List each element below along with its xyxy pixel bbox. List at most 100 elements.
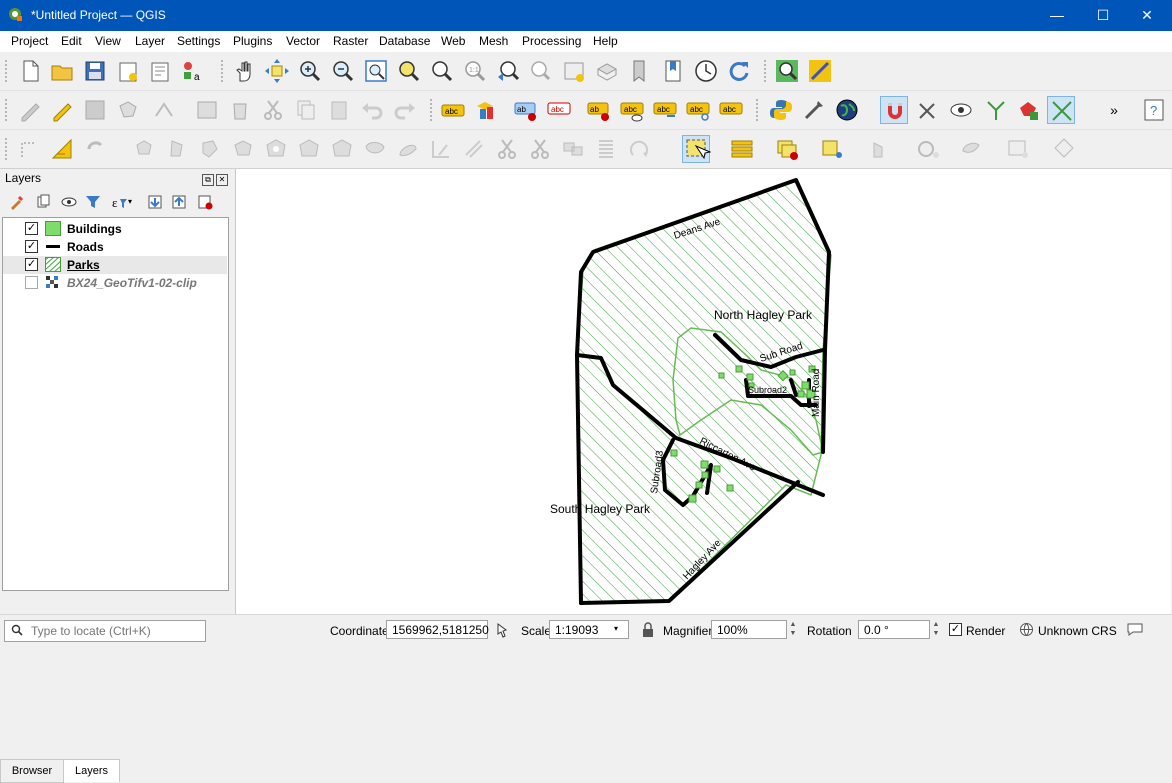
vertex-tool-icon[interactable] — [150, 96, 178, 124]
menu-edit[interactable]: Edit — [61, 34, 82, 48]
select-by-location-icon[interactable] — [818, 135, 846, 163]
rotation-spin-icon[interactable]: ▲ ▼ — [930, 620, 942, 639]
menu-plugins[interactable]: Plugins — [233, 34, 272, 48]
add-feature-icon[interactable] — [114, 96, 142, 124]
add-part-icon[interactable] — [295, 135, 323, 163]
building[interactable] — [701, 471, 709, 479]
new-3d-map-view-icon[interactable] — [593, 57, 621, 85]
filter-legend-icon[interactable] — [84, 193, 102, 211]
tracing-icon[interactable] — [1047, 96, 1075, 124]
layer-row-raster[interactable]: BX24_GeoTifv1-02-clip — [3, 274, 227, 292]
change-label-icon[interactable]: abc — [717, 96, 745, 124]
toolbar-grip[interactable] — [756, 99, 762, 121]
building[interactable] — [700, 460, 709, 469]
menu-processing[interactable]: Processing — [522, 34, 581, 48]
zoom-out-icon[interactable] — [329, 57, 357, 85]
rotate-feature-icon[interactable] — [163, 135, 191, 163]
globe-icon[interactable] — [833, 96, 861, 124]
new-spatial-bookmark-icon[interactable] — [626, 57, 654, 85]
messages-icon[interactable] — [1126, 621, 1144, 637]
menu-settings[interactable]: Settings — [177, 34, 220, 48]
advanced-digitizing-panel-icon[interactable] — [48, 135, 76, 163]
measure-line-icon[interactable] — [914, 135, 942, 163]
add-group-icon[interactable] — [34, 193, 52, 211]
building[interactable] — [670, 449, 678, 457]
save-layer-edits-icon[interactable] — [81, 96, 109, 124]
fill-ring-icon[interactable] — [328, 135, 356, 163]
layout-manager-icon[interactable] — [146, 57, 174, 85]
mouse-coordinate-toggle-icon[interactable] — [494, 622, 510, 638]
paste-features-icon[interactable] — [325, 96, 353, 124]
building[interactable] — [713, 465, 721, 473]
show-hide-labels-icon[interactable]: abc — [618, 96, 646, 124]
tab-layers[interactable]: Layers — [63, 759, 120, 782]
move-feature-icon[interactable] — [130, 135, 158, 163]
float-panel-icon[interactable]: ⧉ — [202, 174, 214, 186]
self-snapping-icon[interactable] — [1014, 96, 1042, 124]
tab-browser[interactable]: Browser — [0, 759, 64, 783]
layer-visibility-checkbox[interactable]: ✓ — [25, 240, 38, 253]
menu-web[interactable]: Web — [441, 34, 465, 48]
label-toolbar-abc-icon[interactable]: abc — [439, 96, 467, 124]
render-checkbox[interactable]: ✓ — [949, 623, 962, 636]
merge-features-icon[interactable] — [559, 135, 587, 163]
collapse-all-icon[interactable] — [170, 193, 188, 211]
crs-label[interactable]: Unknown CRS — [1038, 624, 1117, 638]
identify-tool-icon[interactable] — [868, 135, 896, 163]
expand-all-icon[interactable] — [146, 193, 164, 211]
pan-to-selection-icon[interactable] — [263, 57, 291, 85]
building[interactable] — [801, 381, 810, 390]
building[interactable] — [726, 484, 734, 492]
current-edits-icon[interactable] — [16, 96, 44, 124]
menu-layer[interactable]: Layer — [135, 34, 165, 48]
building[interactable] — [789, 369, 796, 376]
snapping-toggle-icon[interactable] — [880, 96, 908, 124]
toolbar-grip[interactable] — [764, 60, 770, 82]
map-svg[interactable]: Deans Ave North Hagley Park Sub Road Sub… — [236, 169, 1171, 614]
layer-row-roads[interactable]: ✓ Roads — [3, 238, 227, 256]
add-circular-string-icon[interactable] — [84, 135, 112, 163]
layer-diagram-icon[interactable] — [472, 96, 500, 124]
processing-toolbox-icon[interactable] — [800, 96, 828, 124]
menu-project[interactable]: Project — [11, 34, 48, 48]
scale-dropdown-icon[interactable]: ▾ — [614, 624, 618, 633]
building[interactable] — [718, 372, 725, 379]
layer-visibility-checkbox[interactable]: ✓ — [25, 258, 38, 271]
new-annotation-icon[interactable] — [1004, 135, 1032, 163]
show-bookmarks-icon[interactable] — [659, 57, 687, 85]
zoom-full-icon[interactable] — [362, 57, 390, 85]
toggle-editing-icon[interactable] — [48, 96, 76, 124]
layer-styling-icon[interactable] — [8, 193, 26, 211]
toolbar-grip[interactable] — [5, 138, 11, 160]
cut-features-icon[interactable] — [259, 96, 287, 124]
filter-dropdown-icon[interactable]: ▾ — [128, 193, 146, 211]
coordinate-field[interactable]: 1569962,5181250 — [386, 620, 489, 639]
locator-bar[interactable] — [4, 620, 206, 642]
style-manager-icon[interactable]: a — [178, 57, 206, 85]
layer-visibility-checkbox[interactable]: ✓ — [25, 222, 38, 235]
menu-vector[interactable]: Vector — [286, 34, 320, 48]
modify-attributes-icon[interactable] — [193, 96, 221, 124]
highlight-labels-icon[interactable]: abc — [545, 96, 573, 124]
add-ring-icon[interactable] — [262, 135, 290, 163]
building[interactable] — [797, 390, 805, 398]
zoom-next-icon[interactable] — [527, 57, 555, 85]
menu-raster[interactable]: Raster — [333, 34, 368, 48]
pin-unpin-labels-icon[interactable]: ab — [585, 96, 613, 124]
copy-features-icon[interactable] — [292, 96, 320, 124]
new-print-layout-icon[interactable] — [114, 57, 142, 85]
scale-feature-icon[interactable] — [196, 135, 224, 163]
zoom-native-icon[interactable]: 1:1 — [461, 57, 489, 85]
rotation-field[interactable]: 0.0 ° — [858, 620, 930, 639]
toolbar-grip[interactable] — [5, 60, 11, 82]
save-project-icon[interactable] — [81, 57, 109, 85]
toolbar-overflow-icon[interactable]: » — [1100, 96, 1128, 124]
map-tips-icon[interactable] — [958, 135, 986, 163]
temporal-controller-icon[interactable] — [692, 57, 720, 85]
maximize-button[interactable]: ☐ — [1080, 0, 1126, 31]
new-project-icon[interactable] — [16, 57, 44, 85]
building[interactable] — [688, 494, 697, 503]
snapping-options-icon[interactable] — [914, 96, 942, 124]
layer-visibility-checkbox[interactable] — [25, 276, 38, 289]
undo-icon[interactable] — [358, 96, 386, 124]
